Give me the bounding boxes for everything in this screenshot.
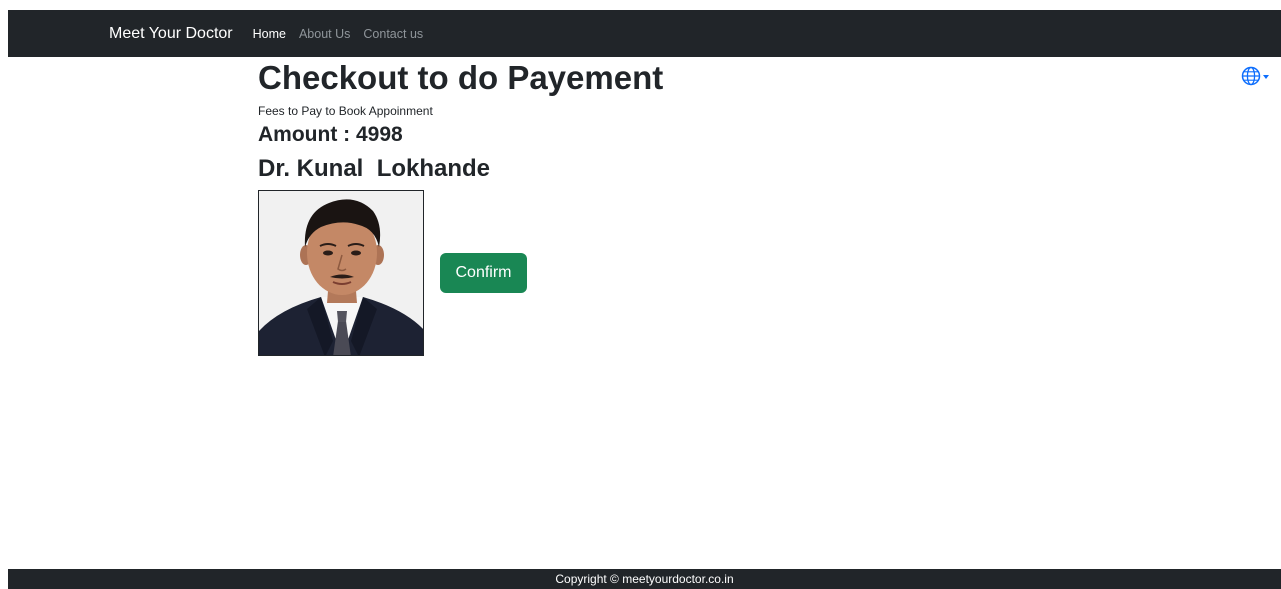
top-navbar: Meet Your Doctor Home About Us Contact u… <box>8 10 1281 57</box>
nav-link-home[interactable]: Home <box>253 27 286 41</box>
language-dropdown[interactable] <box>1241 66 1269 91</box>
doctor-row: Confirm <box>258 190 663 356</box>
copyright-text: Copyright © meetyourdoctor.co.in <box>555 572 734 586</box>
nav-link-about[interactable]: About Us <box>299 27 350 41</box>
globe-icon <box>1241 66 1261 91</box>
nav-link-contact[interactable]: Contact us <box>363 27 423 41</box>
fees-label: Fees to Pay to Book Appoinment <box>258 104 433 118</box>
checkout-section: Checkout to do Payement Fees to Pay to B… <box>258 58 663 356</box>
nav-links: Home About Us Contact us <box>253 27 437 41</box>
footer: Copyright © meetyourdoctor.co.in <box>8 569 1281 589</box>
brand-logo[interactable]: Meet Your Doctor <box>109 25 233 43</box>
confirm-button[interactable]: Confirm <box>440 253 527 293</box>
doctor-photo <box>258 190 424 356</box>
page-title: Checkout to do Payement <box>258 59 664 96</box>
caret-down-icon <box>1263 74 1269 79</box>
amount-value: Amount : 4998 <box>258 123 403 146</box>
doctor-name: Dr. Kunal Lokhande <box>258 155 491 182</box>
